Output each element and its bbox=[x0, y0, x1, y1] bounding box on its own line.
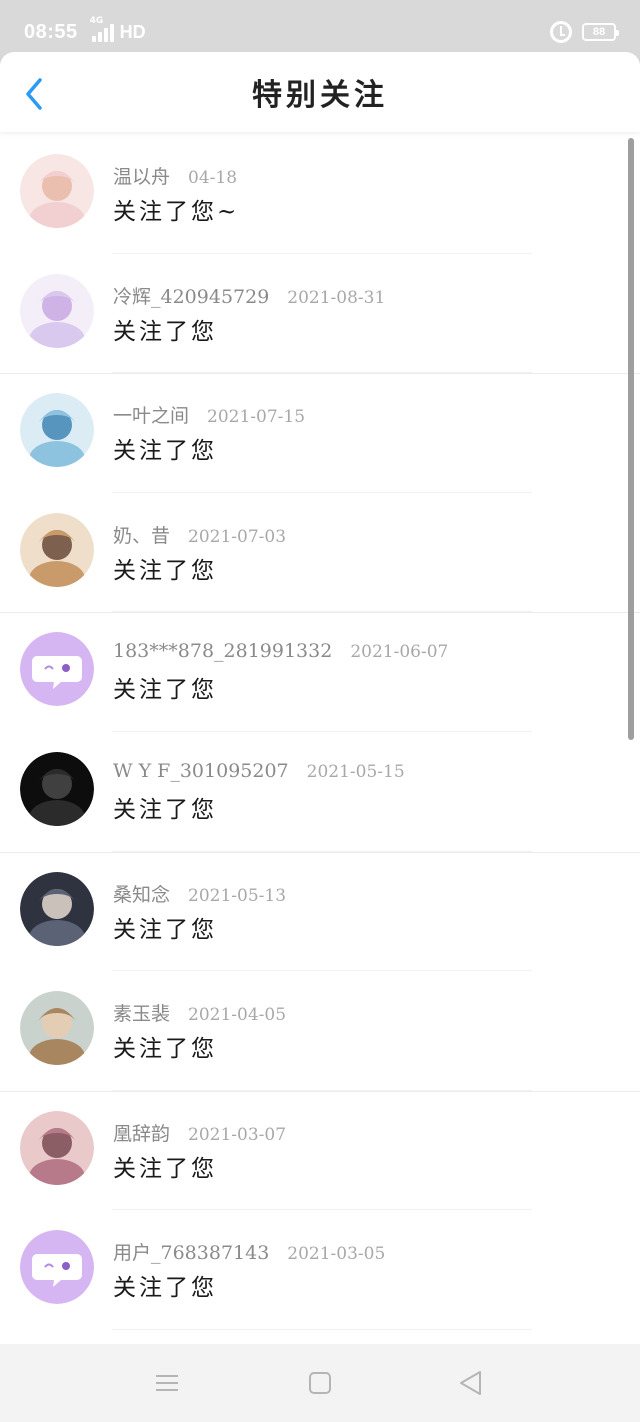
home-button[interactable] bbox=[305, 1368, 335, 1398]
follow-date: 2021-06-07 bbox=[350, 642, 449, 663]
list-item[interactable]: 183***878_281991332 2021-06-07 关注了您 bbox=[0, 612, 640, 732]
battery-icon: 88 bbox=[582, 23, 619, 41]
action-text: 关注了您 bbox=[113, 438, 217, 465]
follow-date: 2021-04-05 bbox=[188, 1005, 287, 1026]
avatar[interactable] bbox=[20, 991, 94, 1066]
follow-date: 2021-03-05 bbox=[287, 1244, 386, 1265]
action-text: 关注了您 bbox=[113, 1036, 217, 1063]
row-divider bbox=[112, 1328, 532, 1330]
hd-indicator: HD bbox=[119, 21, 146, 42]
list-item[interactable]: W Y F_301095207 2021-05-15 关注了您 bbox=[0, 732, 640, 852]
list-item[interactable]: 用户_768387143 2021-03-05 关注了您 bbox=[0, 1210, 640, 1330]
page-title: 特别关注 bbox=[252, 78, 388, 113]
user-name[interactable]: 用户_768387143 bbox=[113, 1242, 269, 1264]
name-line: 183***878_281991332 2021-06-07 bbox=[113, 640, 448, 662]
status-time: 08:55 bbox=[24, 20, 78, 43]
user-name[interactable]: 温以舟 bbox=[113, 166, 170, 188]
avatar[interactable] bbox=[20, 154, 94, 228]
name-line: 奶、昔 2021-07-03 bbox=[113, 521, 286, 548]
action-text: 关注了您 bbox=[113, 1155, 217, 1182]
name-line: 桑知念 2021-05-13 bbox=[113, 880, 286, 907]
list-item[interactable]: 奶、昔 2021-07-03 关注了您 bbox=[0, 493, 640, 613]
follow-date: 2021-07-15 bbox=[207, 407, 306, 428]
action-text: 关注了您 bbox=[113, 916, 217, 943]
avatar[interactable] bbox=[20, 273, 94, 348]
user-name[interactable]: 素玉裴 bbox=[113, 1003, 170, 1025]
avatar[interactable] bbox=[20, 871, 94, 946]
follow-date: 2021-03-07 bbox=[188, 1124, 287, 1145]
name-line: 冷辉_420945729 2021-08-31 bbox=[113, 282, 385, 309]
user-name[interactable]: 奶、昔 bbox=[113, 525, 170, 547]
menu-button[interactable] bbox=[152, 1368, 182, 1398]
list-item[interactable]: 桑知念 2021-05-13 关注了您 bbox=[0, 851, 640, 972]
back-button[interactable] bbox=[20, 76, 52, 112]
header: 特别关注 bbox=[0, 52, 640, 132]
scrollbar[interactable] bbox=[628, 138, 634, 740]
list-item[interactable]: 凰辞韵 2021-03-07 关注了您 bbox=[0, 1090, 640, 1211]
avatar[interactable] bbox=[20, 751, 94, 826]
action-text: 关注了您 bbox=[113, 677, 217, 704]
user-name[interactable]: 一叶之间 bbox=[113, 405, 189, 427]
name-line: 凰辞韵 2021-03-07 bbox=[113, 1119, 286, 1146]
user-name[interactable]: 凰辞韵 bbox=[113, 1123, 170, 1145]
follow-date: 04-18 bbox=[188, 168, 238, 188]
list-item[interactable]: 一叶之间 2021-07-15 关注了您 bbox=[0, 373, 640, 493]
menu-icon bbox=[156, 1375, 178, 1391]
avatar[interactable] bbox=[20, 393, 94, 468]
avatar[interactable] bbox=[20, 512, 94, 587]
name-line: 温以舟 04-18 bbox=[113, 162, 237, 189]
back-arrow-icon bbox=[26, 78, 42, 110]
user-name[interactable]: 桑知念 bbox=[113, 884, 170, 906]
alarm-icon bbox=[550, 21, 572, 43]
follow-date: 2021-07-03 bbox=[188, 526, 287, 547]
follow-date: 2021-08-31 bbox=[287, 287, 386, 308]
follow-date: 2021-05-15 bbox=[306, 761, 405, 782]
name-line: W Y F_301095207 2021-05-15 bbox=[113, 760, 405, 782]
avatar[interactable] bbox=[20, 632, 94, 707]
user-name[interactable]: 183***878_281991332 bbox=[113, 640, 332, 662]
name-line: 素玉裴 2021-04-05 bbox=[113, 999, 286, 1026]
user-name[interactable]: 冷辉_420945729 bbox=[113, 286, 269, 308]
list-item[interactable]: 素玉裴 2021-04-05 关注了您 bbox=[0, 971, 640, 1091]
signal-icon: 4G bbox=[90, 16, 114, 42]
back-nav-button[interactable] bbox=[456, 1368, 486, 1398]
action-text: 关注了您 bbox=[113, 796, 217, 823]
list-item[interactable]: 温以舟 04-18 关注了您~ bbox=[0, 134, 640, 254]
home-square-icon bbox=[309, 1372, 331, 1394]
user-name[interactable]: W Y F_301095207 bbox=[113, 760, 289, 782]
action-text: 关注了您 bbox=[113, 557, 217, 584]
avatar[interactable] bbox=[20, 1110, 94, 1185]
battery-level: 88 bbox=[592, 26, 606, 38]
back-triangle-icon bbox=[460, 1371, 481, 1395]
list-item[interactable]: 冷辉_420945729 2021-08-31 关注了您 bbox=[0, 254, 640, 374]
action-text: 关注了您 bbox=[113, 318, 217, 345]
system-nav-bar bbox=[0, 1344, 640, 1422]
follower-list: 温以舟 04-18 关注了您~ 冷辉_420945729 2021-08-31 关注了您一… bbox=[0, 134, 640, 1344]
action-text: 关注了您~ bbox=[113, 199, 240, 225]
name-line: 一叶之间 2021-07-15 bbox=[113, 401, 305, 428]
action-text: 关注了您 bbox=[113, 1275, 217, 1302]
follow-date: 2021-05-13 bbox=[188, 885, 287, 906]
avatar[interactable] bbox=[20, 1230, 94, 1305]
name-line: 用户_768387143 2021-03-05 bbox=[113, 1238, 385, 1265]
network-type: 4G bbox=[89, 16, 104, 26]
